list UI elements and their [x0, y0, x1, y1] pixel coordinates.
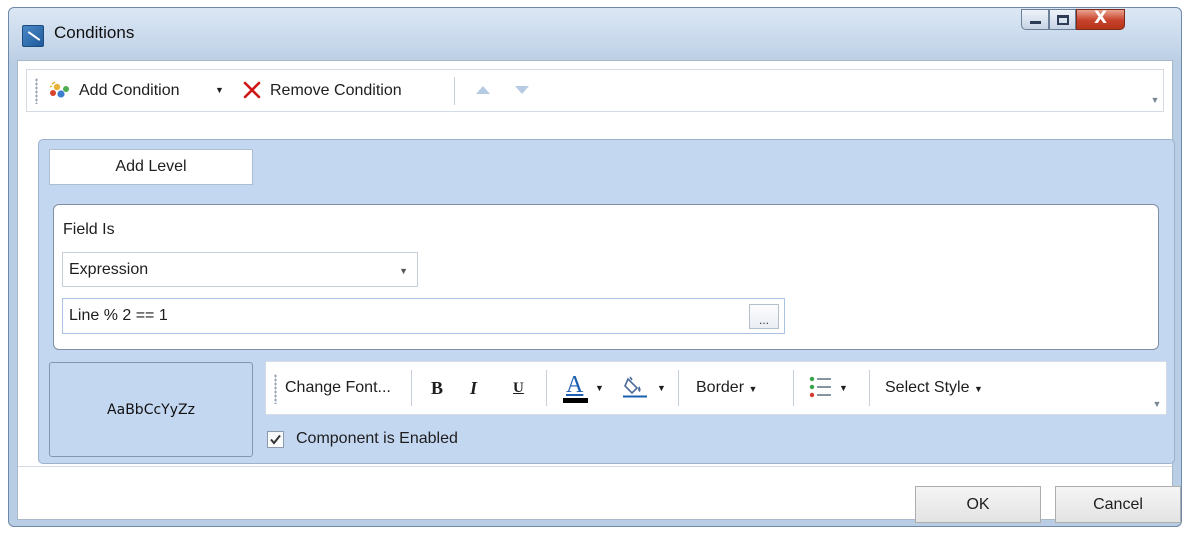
select-style-label: Select Style: [885, 379, 970, 396]
expression-input[interactable]: Line % 2 == 1 ...: [62, 298, 785, 334]
cancel-button[interactable]: Cancel: [1055, 486, 1181, 523]
toolbar-separator: [869, 370, 870, 406]
field-is-group: Field Is Expression ▼ Line % 2 == 1 ...: [53, 204, 1159, 350]
underline-button[interactable]: U: [513, 362, 524, 414]
chevron-down-icon: ▼: [657, 383, 666, 393]
select-style-button[interactable]: Select Style ▼: [885, 362, 983, 414]
window-title: Conditions: [54, 23, 135, 42]
dialog-window: Conditions X Add Condition ▼ Remove Cond…: [8, 7, 1182, 527]
conditions-toolbar: Add Condition ▼ Remove Condition ▼: [26, 69, 1164, 112]
move-up-button[interactable]: [475, 70, 493, 111]
change-font-button[interactable]: Change Font...: [285, 362, 391, 414]
remove-condition-label: Remove Condition: [270, 82, 402, 99]
move-down-icon: [515, 86, 529, 94]
field-is-label: Field Is: [63, 221, 115, 238]
font-color-swatch: [563, 398, 588, 403]
chevron-down-icon: ▼: [595, 383, 604, 393]
toolbar-separator: [793, 370, 794, 406]
toolbar-overflow-button[interactable]: ▼: [1150, 95, 1160, 105]
style-toolbar: Change Font... B I U A ▼ ▼ Border ▼ ▼ Se…: [265, 361, 1167, 415]
footer-divider: [18, 466, 1172, 467]
chevron-down-icon: ▼: [973, 384, 983, 394]
fill-color-button[interactable]: ▼: [622, 362, 668, 414]
chevron-down-icon: ▼: [839, 383, 848, 393]
condition-type-value: Expression: [69, 261, 149, 278]
toolbar-overflow-button[interactable]: ▼: [1152, 399, 1162, 409]
add-level-button[interactable]: Add Level: [49, 149, 253, 185]
add-condition-button[interactable]: Add Condition ▼: [49, 70, 234, 111]
border-button[interactable]: Border ▼: [696, 362, 757, 414]
expression-editor-button[interactable]: ...: [749, 304, 779, 329]
checkmark-icon: [270, 434, 281, 445]
toolbar-separator: [546, 370, 547, 406]
toolbar-grip[interactable]: [274, 374, 277, 404]
maximize-icon: [1057, 15, 1069, 25]
condition-type-select[interactable]: Expression ▼: [62, 252, 418, 287]
toolbar-separator: [454, 77, 455, 105]
expression-value: Line % 2 == 1: [69, 307, 168, 324]
move-down-button[interactable]: [514, 70, 532, 111]
remove-condition-button[interactable]: Remove Condition: [242, 70, 439, 111]
list-icon: [809, 376, 831, 398]
maximize-button[interactable]: [1049, 9, 1076, 30]
fill-color-icon: [623, 376, 647, 398]
dialog-client-area: Add Condition ▼ Remove Condition ▼ Add L…: [17, 60, 1181, 523]
bold-button[interactable]: B: [431, 362, 443, 414]
remove-icon: [243, 81, 261, 99]
add-condition-label: Add Condition: [79, 82, 180, 99]
chevron-down-icon: ▼: [748, 384, 758, 394]
style-preview: AaBbCcYyZz: [49, 362, 253, 457]
component-enabled-label: Component is Enabled: [296, 430, 458, 447]
minimize-button[interactable]: [1021, 9, 1049, 30]
close-button[interactable]: X: [1076, 8, 1125, 30]
chevron-down-icon: ▼: [399, 266, 408, 276]
component-enabled-checkbox[interactable]: [267, 431, 284, 448]
chevron-down-icon: ▼: [215, 85, 224, 95]
toolbar-separator: [411, 370, 412, 406]
font-color-button[interactable]: A ▼: [563, 362, 605, 414]
font-color-icon: A: [566, 372, 584, 398]
app-icon: [22, 25, 44, 47]
add-condition-icon: [49, 81, 69, 98]
move-up-icon: [476, 86, 490, 94]
italic-button[interactable]: I: [470, 362, 477, 414]
condition-panel: Add Level Field Is Expression ▼ Line % 2…: [38, 139, 1175, 464]
list-style-button[interactable]: ▼: [809, 362, 853, 414]
title-bar: Conditions X: [9, 8, 1181, 60]
close-icon: X: [1093, 8, 1108, 28]
toolbar-separator: [678, 370, 679, 406]
border-label: Border: [696, 379, 745, 396]
toolbar-grip[interactable]: [35, 78, 38, 104]
minimize-icon: [1030, 21, 1041, 24]
ok-button[interactable]: OK: [915, 486, 1041, 523]
